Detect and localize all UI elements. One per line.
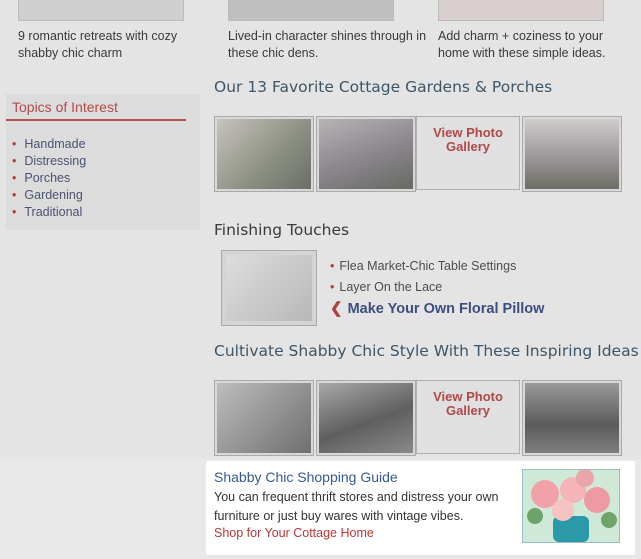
shopping-title[interactable]: Shabby Chic Shopping Guide [214, 469, 398, 485]
featured-link[interactable]: ❮ Make Your Own Floral Pillow [330, 298, 544, 320]
bullet-icon: • [12, 137, 17, 151]
gardens-title[interactable]: Our 13 Favorite Cottage Gardens & Porche… [214, 78, 552, 96]
finishing-link[interactable]: • Flea Market-Chic Table Settings [330, 256, 544, 277]
sidebar-title: Topics of Interest [12, 99, 118, 115]
chevron-left-icon: ❮ [330, 300, 343, 317]
thumbnail[interactable] [18, 0, 184, 21]
bullet-icon: • [12, 188, 17, 202]
shopping-description: You can frequent thrift stores and distr… [214, 490, 499, 523]
bullet-icon: • [12, 205, 17, 219]
garden-photo[interactable] [214, 116, 314, 192]
finishing-title[interactable]: Finishing Touches [214, 221, 349, 239]
bullet-icon: • [330, 259, 335, 273]
divider [6, 119, 186, 121]
sidebar-item[interactable]: • Distressing [12, 153, 86, 170]
shabby-photo[interactable] [316, 380, 416, 456]
bullet-icon: • [12, 171, 17, 185]
garden-photo[interactable] [316, 116, 416, 192]
finishing-photo[interactable] [221, 250, 317, 326]
caption[interactable]: Lived-in character shines through in the… [228, 28, 428, 62]
garden-photo[interactable] [522, 116, 622, 192]
sidebar-item[interactable]: • Traditional [12, 204, 86, 221]
bullet-icon: • [12, 154, 17, 168]
bullet-icon: • [330, 280, 335, 294]
caption[interactable]: Add charm + coziness to your home with t… [438, 28, 628, 62]
sidebar-item[interactable]: • Handmade [12, 136, 86, 153]
caption[interactable]: 9 romantic retreats with cozy shabby chi… [18, 28, 198, 62]
thumbnail[interactable] [438, 0, 604, 21]
flowers-photo[interactable] [522, 469, 620, 543]
sidebar: Topics of Interest • Handmade • Distressin… [6, 94, 200, 230]
shabby-title[interactable]: Cultivate Shabby Chic Style With These I… [214, 342, 639, 360]
shopping-guide: Shabby Chic Shopping Guide You can frequ… [206, 461, 635, 555]
thumbnail[interactable] [228, 0, 394, 21]
finishing-links: • Flea Market-Chic Table Settings • Layer … [330, 256, 544, 320]
sidebar-item[interactable]: • Porches [12, 170, 86, 187]
view-gallery-button[interactable]: View Photo Gallery [416, 116, 520, 190]
shopping-link[interactable]: Shop for Your Cottage Home [214, 526, 374, 540]
shabby-photo[interactable] [522, 380, 622, 456]
finishing-link[interactable]: • Layer On the Lace [330, 277, 544, 298]
shabby-photo[interactable] [214, 380, 314, 456]
sidebar-item[interactable]: • Gardening [12, 187, 86, 204]
view-gallery-button[interactable]: View Photo Gallery [416, 380, 520, 454]
topics-list: • Handmade • Distressing • Porches • Gardeni… [12, 136, 86, 221]
